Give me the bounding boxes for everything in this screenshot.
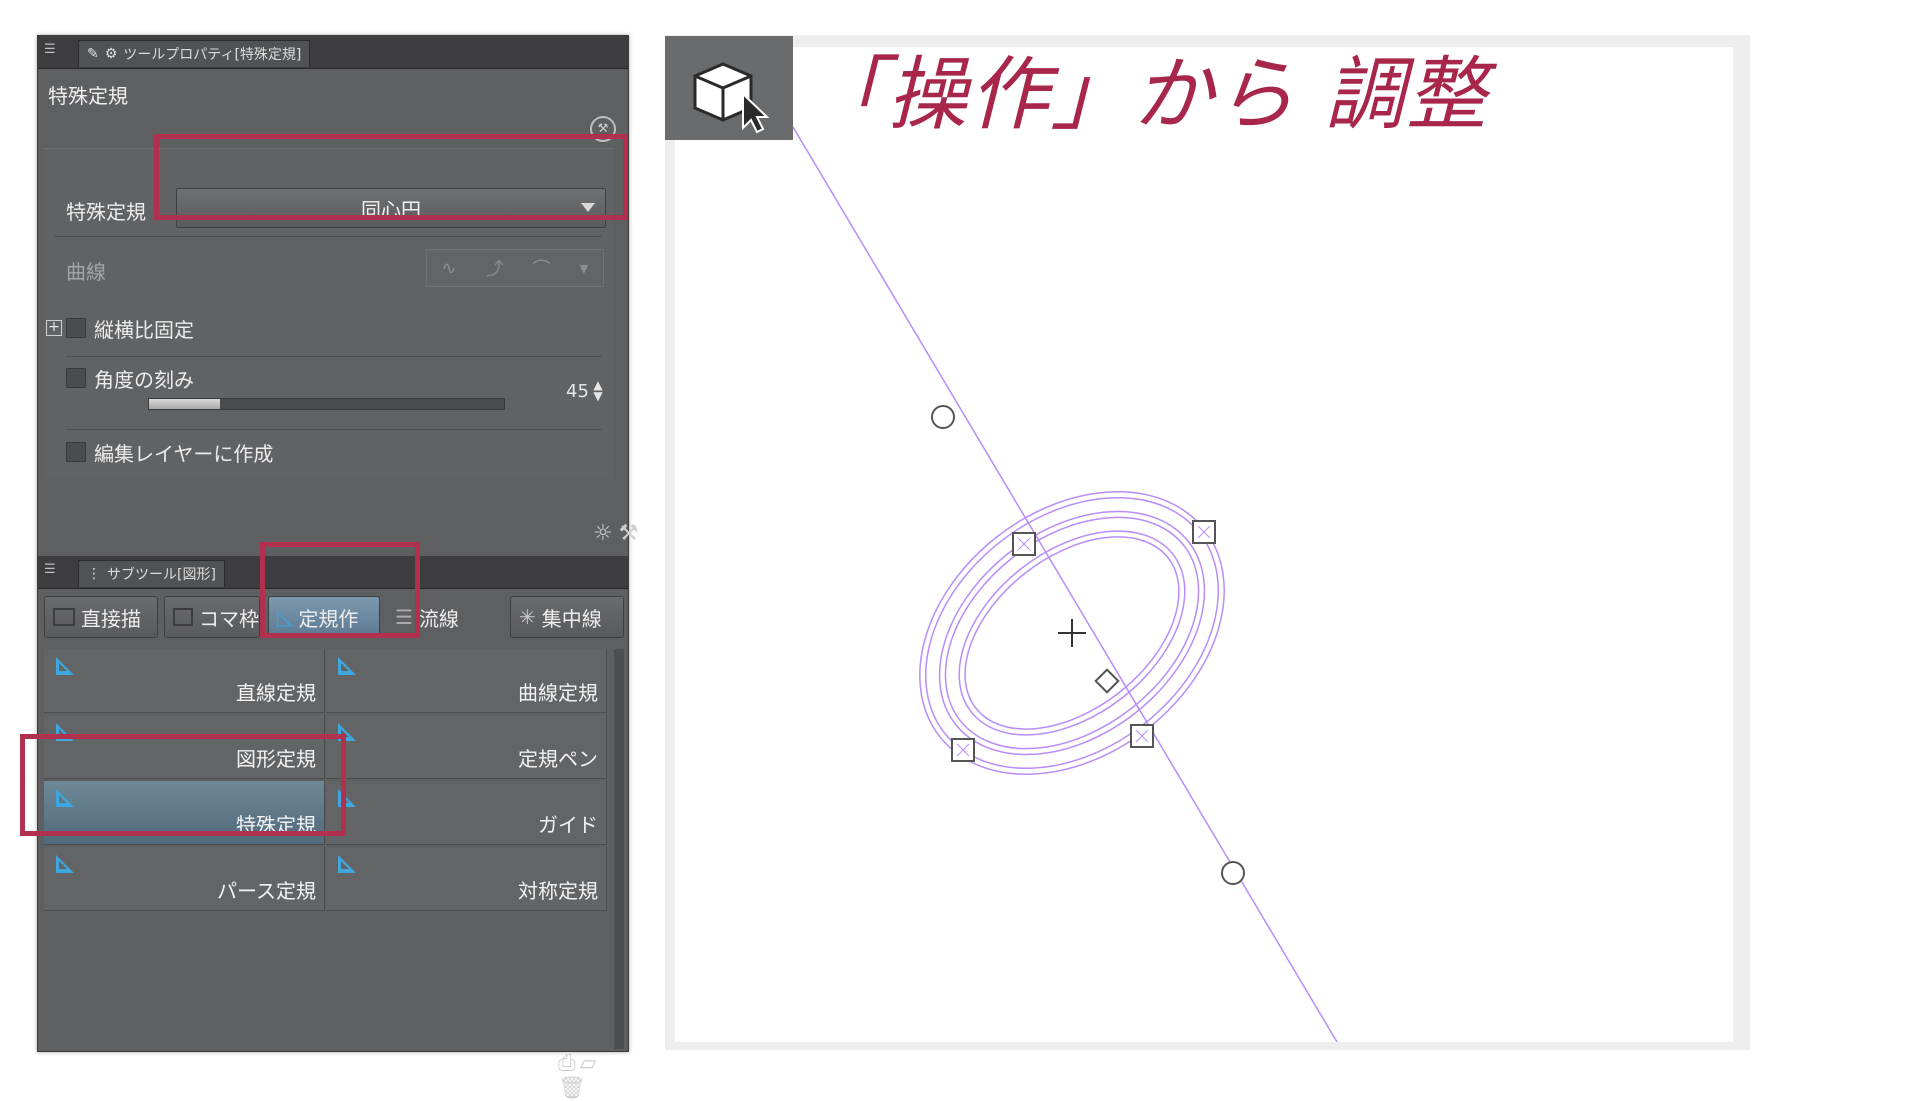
sub-tool-item-label: 直線定規 bbox=[236, 681, 316, 705]
create-on-layer-checkbox[interactable] bbox=[66, 442, 86, 462]
angle-step-slider-fill bbox=[149, 399, 220, 409]
highlight-special-ruler-item bbox=[20, 734, 346, 836]
sub-tool-item[interactable]: ガイド bbox=[326, 781, 607, 845]
divider bbox=[54, 236, 602, 237]
sub-tool-tab-label: サブツール[図形] bbox=[107, 567, 216, 583]
frame-icon bbox=[173, 608, 193, 626]
gear-icon: ⚙ bbox=[104, 46, 118, 62]
tool-group-icon: ⋮ bbox=[87, 566, 101, 582]
highlight-ruler-tab bbox=[260, 542, 420, 638]
tab-label: コマ枠 bbox=[199, 606, 259, 631]
tab-frame[interactable]: コマ枠 bbox=[164, 596, 260, 638]
ruler-axis-line bbox=[792, 126, 1338, 1043]
expand-icon[interactable]: + bbox=[46, 320, 62, 336]
tab-direct-draw[interactable]: 直接描 bbox=[44, 596, 158, 638]
angle-step-spinner[interactable]: ▲ ▼ bbox=[590, 379, 606, 406]
scrollbar[interactable] bbox=[614, 649, 624, 1049]
canvas-heading: 「操作」から 調整 bbox=[805, 48, 1489, 141]
ruler-triangle-icon bbox=[56, 855, 74, 873]
sub-tool-item-label: 定規ペン bbox=[518, 747, 598, 771]
ruler-triangle-icon bbox=[338, 657, 356, 675]
chevron-down-icon: ▾ bbox=[579, 257, 589, 279]
panel-menu-icon[interactable]: ☰ bbox=[44, 562, 62, 580]
sub-tool-action-icons[interactable]: ⎙▱🗑 bbox=[558, 1051, 628, 1101]
fix-aspect-checkbox[interactable] bbox=[66, 318, 86, 338]
curve-type-buttons[interactable]: ∿ ⤴ ⌒ ▾ bbox=[426, 249, 604, 287]
special-ruler-label: 特殊定規 bbox=[66, 200, 146, 224]
create-on-layer-label: 編集レイヤーに作成 bbox=[94, 442, 274, 466]
angle-step-checkbox[interactable] bbox=[66, 368, 86, 388]
sub-tool-item-label: パース定規 bbox=[217, 879, 316, 903]
rotation-handle-lower bbox=[1221, 861, 1245, 885]
focus-lines-icon: ✳ bbox=[519, 605, 536, 629]
panel-menu-icon[interactable]: ☰ bbox=[44, 42, 62, 60]
cubic-bezier-icon: ⌒ bbox=[532, 259, 551, 280]
tab-label: 直接描 bbox=[81, 606, 141, 631]
object-select-icon bbox=[693, 62, 770, 134]
sub-tool-item[interactable]: 曲線定規 bbox=[326, 649, 607, 713]
sub-tool-item[interactable]: 定規ペン bbox=[326, 715, 607, 779]
curve-label: 曲線 bbox=[66, 260, 106, 284]
sub-tool-item-label: 曲線定規 bbox=[518, 681, 598, 705]
rectangle-icon bbox=[53, 608, 75, 626]
angle-step-slider[interactable] bbox=[148, 398, 505, 410]
highlight-special-ruler-select bbox=[154, 134, 628, 220]
sub-tool-item[interactable]: 直線定規 bbox=[44, 649, 325, 713]
ruler-step-handle bbox=[1094, 668, 1120, 694]
sub-tool-tab[interactable]: ⋮ サブツール[図形] bbox=[78, 560, 225, 587]
tab-label: 集中線 bbox=[541, 606, 602, 631]
canvas[interactable] bbox=[675, 47, 1733, 1043]
rotation-handle-upper bbox=[931, 405, 955, 429]
pen-icon: ✎ bbox=[87, 46, 99, 62]
tab-focus-lines[interactable]: ✳ 集中線 bbox=[510, 596, 624, 638]
angle-step-value: 45 bbox=[566, 381, 589, 402]
canvas-frame bbox=[665, 35, 1750, 1050]
sub-tool-item[interactable]: 対称定規 bbox=[326, 847, 607, 911]
tool-property-tab-label: ツールプロパティ[特殊定規] bbox=[123, 47, 302, 63]
tool-property-header: ☰ ✎ ⚙ ツールプロパティ[特殊定規] bbox=[38, 36, 628, 69]
tool-name: 特殊定規 bbox=[48, 84, 128, 108]
ruler-triangle-icon bbox=[338, 855, 356, 873]
tool-property-tab[interactable]: ✎ ⚙ ツールプロパティ[特殊定規] bbox=[78, 40, 311, 67]
concentric-circle-ruler[interactable] bbox=[675, 47, 1733, 1043]
spline-curve-icon: ∿ bbox=[441, 257, 457, 279]
ruler-triangle-icon bbox=[56, 657, 74, 675]
tab-label: 流線 bbox=[418, 606, 459, 631]
sub-tool-item-label: ガイド bbox=[538, 813, 598, 837]
fix-aspect-label: 縦横比固定 bbox=[94, 318, 194, 342]
sub-tool-item[interactable]: パース定規 bbox=[44, 847, 325, 911]
divider bbox=[66, 356, 602, 357]
quadratic-bezier-icon: ⤴ bbox=[485, 259, 504, 280]
tool-settings-icons[interactable]: ☼⚒ bbox=[593, 521, 644, 546]
angle-step-label: 角度の刻み bbox=[94, 368, 194, 392]
operation-tool-button[interactable] bbox=[665, 36, 793, 140]
sub-tool-item-label: 対称定規 bbox=[518, 879, 598, 903]
divider bbox=[66, 429, 602, 430]
